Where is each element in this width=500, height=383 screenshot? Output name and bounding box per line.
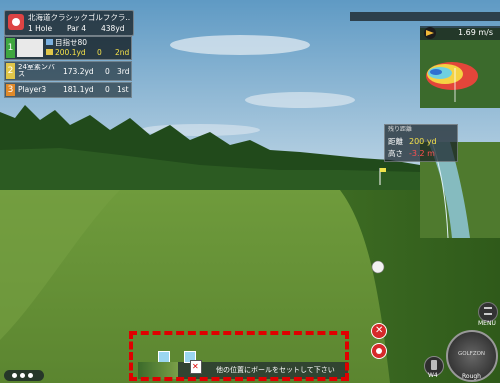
top-status-bar (350, 12, 500, 21)
dot-icon (376, 348, 382, 354)
player-place: 1st (117, 85, 129, 94)
menu-icon (484, 307, 492, 315)
player-rank-badge: 3 (6, 84, 15, 96)
player-row-2: 2 24室素ンバス 173.2yd 0 3rd (4, 61, 132, 81)
trophy-icon (46, 39, 53, 45)
player-place: 2nd (115, 48, 130, 57)
chat-dots-button[interactable] (4, 370, 44, 381)
player-yards: 181.1yd (63, 85, 94, 94)
player-name: 目指せ80 (55, 38, 88, 47)
menu-button[interactable] (478, 302, 498, 322)
player-strokes: 0 (105, 85, 110, 94)
swing-label: GOLFZON (458, 351, 486, 357)
player-strokes: 0 (97, 48, 102, 57)
player-strokes: 0 (105, 67, 110, 76)
close-icon: ✕ (375, 325, 384, 336)
hole-number: 1 Hole (28, 24, 53, 33)
ball-icon (46, 49, 53, 55)
distance-value: 200 yd (409, 137, 437, 146)
distance-panel: 残り距離 距離 200 yd 高さ -3.2 m (384, 124, 458, 162)
confirm-button[interactable] (371, 343, 387, 359)
hole-distance: 438yd (101, 24, 125, 33)
player-row-1: 1 目指せ80 200.1yd 0 2nd (4, 36, 132, 60)
height-label: 高さ (388, 149, 403, 158)
player-name: Player3 (18, 85, 47, 94)
player-yards: 173.2yd (63, 67, 94, 76)
player-rank-badge: 2 (6, 63, 15, 79)
distance-panel-title: 残り距離 (388, 126, 413, 133)
course-name: 北海道クラシックゴルフクラ.. (28, 13, 131, 22)
wind-direction-icon (424, 27, 436, 39)
highlight-box (129, 331, 349, 381)
hole-par: Par 4 (67, 24, 87, 33)
player-list: 1 目指せ80 200.1yd 0 2nd 2 24室素ンバス 173.2yd … (4, 36, 132, 98)
player-row-3: 3 Player3 181.1yd 0 1st (4, 82, 132, 98)
course-info-panel: 北海道クラシックゴルフクラ.. 1 Hole Par 4 438yd (4, 10, 134, 36)
player-name: 24室素ンバス (18, 64, 55, 78)
club-label: W4 (428, 372, 438, 379)
wind-panel: 1.69 m/s (420, 26, 500, 40)
distance-label: 距離 (388, 137, 403, 146)
lie-label: Rough (462, 373, 481, 380)
player-rank-badge: 1 (6, 38, 15, 58)
cancel-button[interactable]: ✕ (371, 323, 387, 339)
player-yards: 200.1yd (55, 48, 86, 57)
player-avatar (17, 39, 43, 57)
wind-speed: 1.69 m/s (458, 28, 494, 37)
player-place: 3rd (117, 67, 130, 76)
height-value: -3.2 m (409, 149, 435, 158)
menu-label: MENU (478, 320, 496, 327)
course-logo-icon (8, 14, 24, 30)
club-icon (431, 360, 437, 370)
